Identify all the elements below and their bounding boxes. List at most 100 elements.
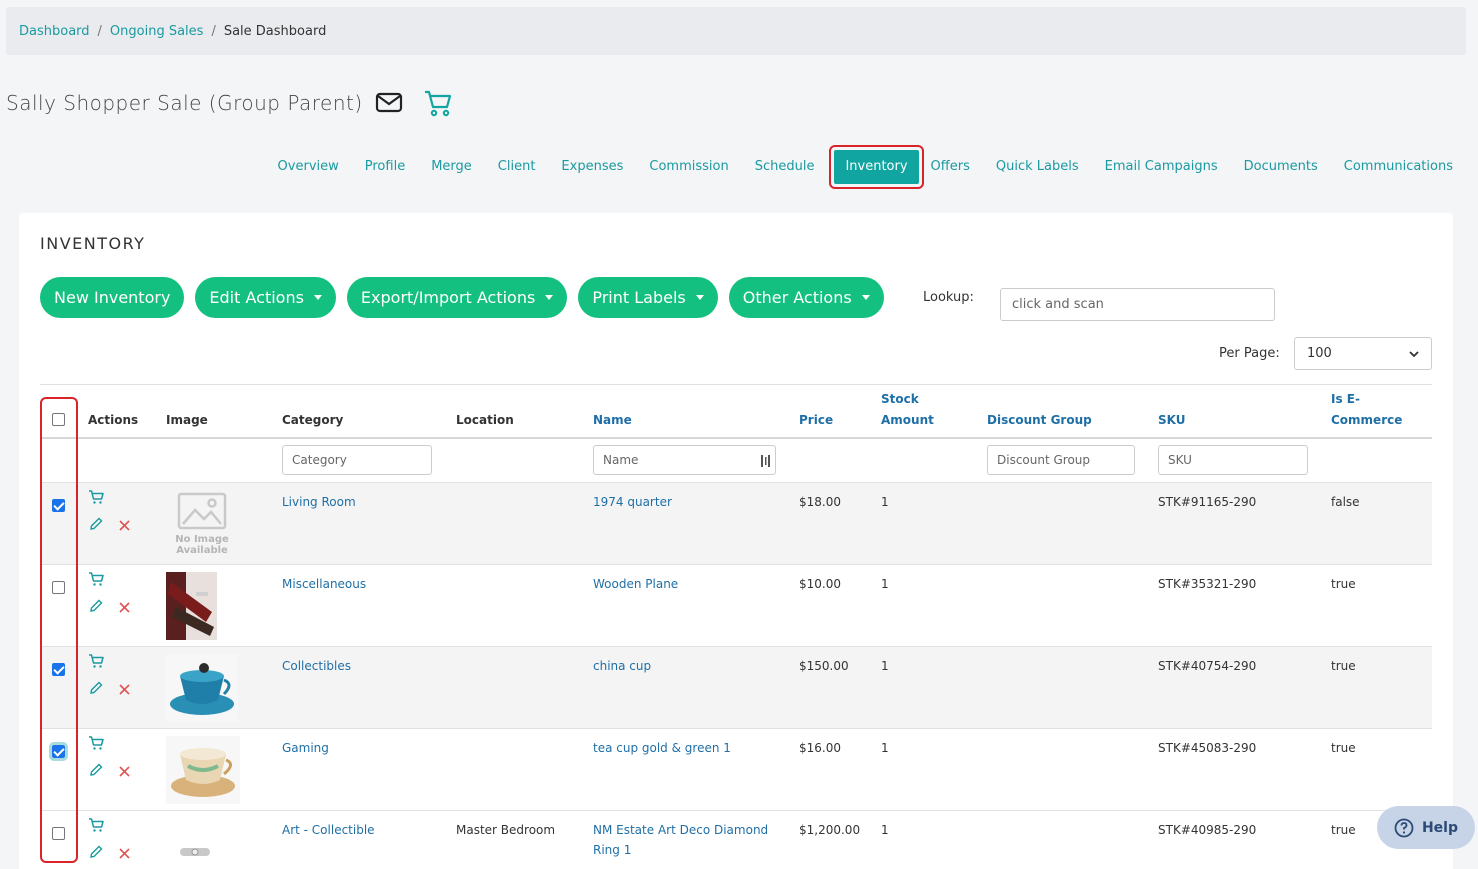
barcode-icon[interactable]: [760, 454, 772, 468]
tab-email-campaigns[interactable]: Email Campaigns: [1092, 150, 1231, 184]
cart-icon[interactable]: [88, 817, 105, 837]
tab-profile[interactable]: Profile: [352, 150, 418, 184]
row-checkbox[interactable]: [49, 742, 68, 761]
row-category[interactable]: Miscellaneous: [282, 574, 366, 594]
col-sku[interactable]: SKU: [1158, 410, 1185, 431]
china-cup-photo: [166, 654, 238, 722]
col-stock-line2[interactable]: Amount: [881, 410, 934, 431]
cart-icon[interactable]: [88, 571, 105, 591]
mail-icon[interactable]: [375, 91, 403, 115]
category-filter-input[interactable]: [282, 445, 432, 475]
edit-icon[interactable]: [88, 680, 104, 700]
row-sku: STK#35321-290: [1158, 577, 1257, 591]
col-price[interactable]: Price: [799, 410, 833, 431]
row-name[interactable]: NM Estate Art Deco Diamond: [593, 820, 768, 840]
row-name[interactable]: 1974 quarter: [593, 492, 672, 512]
row-stock: 1: [881, 823, 889, 837]
edit-actions-button[interactable]: Edit Actions: [195, 277, 336, 318]
caret-down-icon: [545, 295, 554, 300]
row-checkbox[interactable]: [52, 581, 65, 594]
tab-offers[interactable]: Offers: [926, 150, 983, 184]
table-row: Miscellaneous Wooden Plane $10.00 1 STK#…: [40, 565, 1432, 647]
cart-icon[interactable]: [88, 735, 105, 755]
row-price: $1,200.00: [799, 823, 861, 837]
row-name[interactable]: tea cup gold & green 1: [593, 738, 731, 758]
row-category[interactable]: Collectibles: [282, 656, 351, 676]
row-price: $18.00: [799, 495, 841, 509]
ring-photo: [166, 818, 226, 860]
section-title: INVENTORY: [40, 234, 146, 253]
tab-commission[interactable]: Commission: [636, 150, 741, 184]
inventory-panel: INVENTORY New Inventory Edit Actions Exp…: [19, 213, 1453, 869]
edit-icon[interactable]: [88, 762, 104, 782]
select-all-checkbox[interactable]: [52, 413, 65, 426]
chevron-down-icon: [1409, 350, 1419, 357]
lookup-label: Lookup:: [923, 290, 974, 305]
help-label: Help: [1421, 819, 1459, 836]
delete-icon[interactable]: [118, 845, 131, 864]
tab-client[interactable]: Client: [485, 150, 549, 184]
tab-quick-labels[interactable]: Quick Labels: [983, 150, 1092, 184]
col-discount-group[interactable]: Discount Group: [987, 410, 1092, 431]
tab-bar: Overview Profile Merge Client Expenses C…: [265, 145, 1466, 189]
row-checkbox[interactable]: [52, 827, 65, 840]
row-ecommerce: true: [1331, 659, 1356, 673]
per-page-select[interactable]: 100: [1294, 337, 1432, 370]
caret-down-icon: [313, 295, 322, 300]
discount-group-filter-input[interactable]: [987, 445, 1135, 475]
tab-inventory[interactable]: Inventory: [834, 150, 919, 184]
breadcrumb-separator: /: [211, 23, 216, 39]
print-labels-button[interactable]: Print Labels: [578, 277, 718, 318]
edit-actions-label: Edit Actions: [209, 288, 304, 307]
cart-icon[interactable]: [88, 653, 105, 673]
row-category[interactable]: Living Room: [282, 492, 356, 512]
breadcrumb-dashboard[interactable]: Dashboard: [19, 24, 90, 39]
wooden-plane-photo: [166, 572, 217, 640]
row-ecommerce: true: [1331, 577, 1356, 591]
row-checkbox[interactable]: [52, 499, 65, 512]
delete-icon[interactable]: [118, 517, 131, 536]
delete-icon[interactable]: [118, 681, 131, 700]
lookup-input[interactable]: [1000, 288, 1275, 321]
delete-icon[interactable]: [118, 763, 131, 782]
row-name[interactable]: Wooden Plane: [593, 574, 678, 594]
title-row: Sally Shopper Sale (Group Parent): [6, 88, 453, 118]
row-location: Master Bedroom: [456, 823, 556, 837]
edit-icon[interactable]: [88, 598, 104, 618]
row-name-line2[interactable]: Ring 1: [593, 840, 631, 860]
delete-icon[interactable]: [118, 599, 131, 618]
table-header: Actions Image Category Location Name Pri…: [40, 384, 1432, 439]
tab-expenses[interactable]: Expenses: [548, 150, 636, 184]
no-image-line1: No Image: [175, 534, 229, 545]
row-sku: STK#45083-290: [1158, 741, 1257, 755]
cart-icon[interactable]: [88, 489, 105, 509]
cart-icon[interactable]: [423, 88, 453, 118]
col-location: Location: [456, 413, 514, 427]
tea-cup-photo: [166, 736, 240, 804]
tab-communications[interactable]: Communications: [1331, 150, 1466, 184]
sku-filter-input[interactable]: [1158, 445, 1308, 475]
tab-documents[interactable]: Documents: [1231, 150, 1331, 184]
col-name[interactable]: Name: [593, 410, 632, 431]
col-stock-line1[interactable]: Stock: [881, 389, 919, 410]
col-ecommerce-line2[interactable]: Commerce: [1331, 410, 1402, 431]
export-import-actions-button[interactable]: Export/Import Actions: [346, 277, 568, 318]
row-category[interactable]: Art - Collectible: [282, 820, 375, 840]
breadcrumb-ongoing-sales[interactable]: Ongoing Sales: [110, 24, 204, 39]
other-actions-button[interactable]: Other Actions: [728, 277, 884, 318]
col-ecommerce-line1[interactable]: Is E-: [1331, 389, 1360, 410]
name-filter-input[interactable]: [593, 445, 776, 475]
edit-icon[interactable]: [88, 516, 104, 536]
row-price: $150.00: [799, 659, 849, 673]
row-price: $10.00: [799, 577, 841, 591]
tab-schedule[interactable]: Schedule: [742, 150, 828, 184]
no-image-placeholder: No Image Available: [166, 490, 238, 560]
tab-merge[interactable]: Merge: [418, 150, 485, 184]
edit-icon[interactable]: [88, 844, 104, 864]
row-name[interactable]: china cup: [593, 656, 651, 676]
help-button[interactable]: Help: [1377, 806, 1475, 849]
row-checkbox[interactable]: [52, 663, 65, 676]
new-inventory-button[interactable]: New Inventory: [40, 277, 185, 318]
tab-overview[interactable]: Overview: [265, 150, 352, 184]
row-category[interactable]: Gaming: [282, 738, 329, 758]
